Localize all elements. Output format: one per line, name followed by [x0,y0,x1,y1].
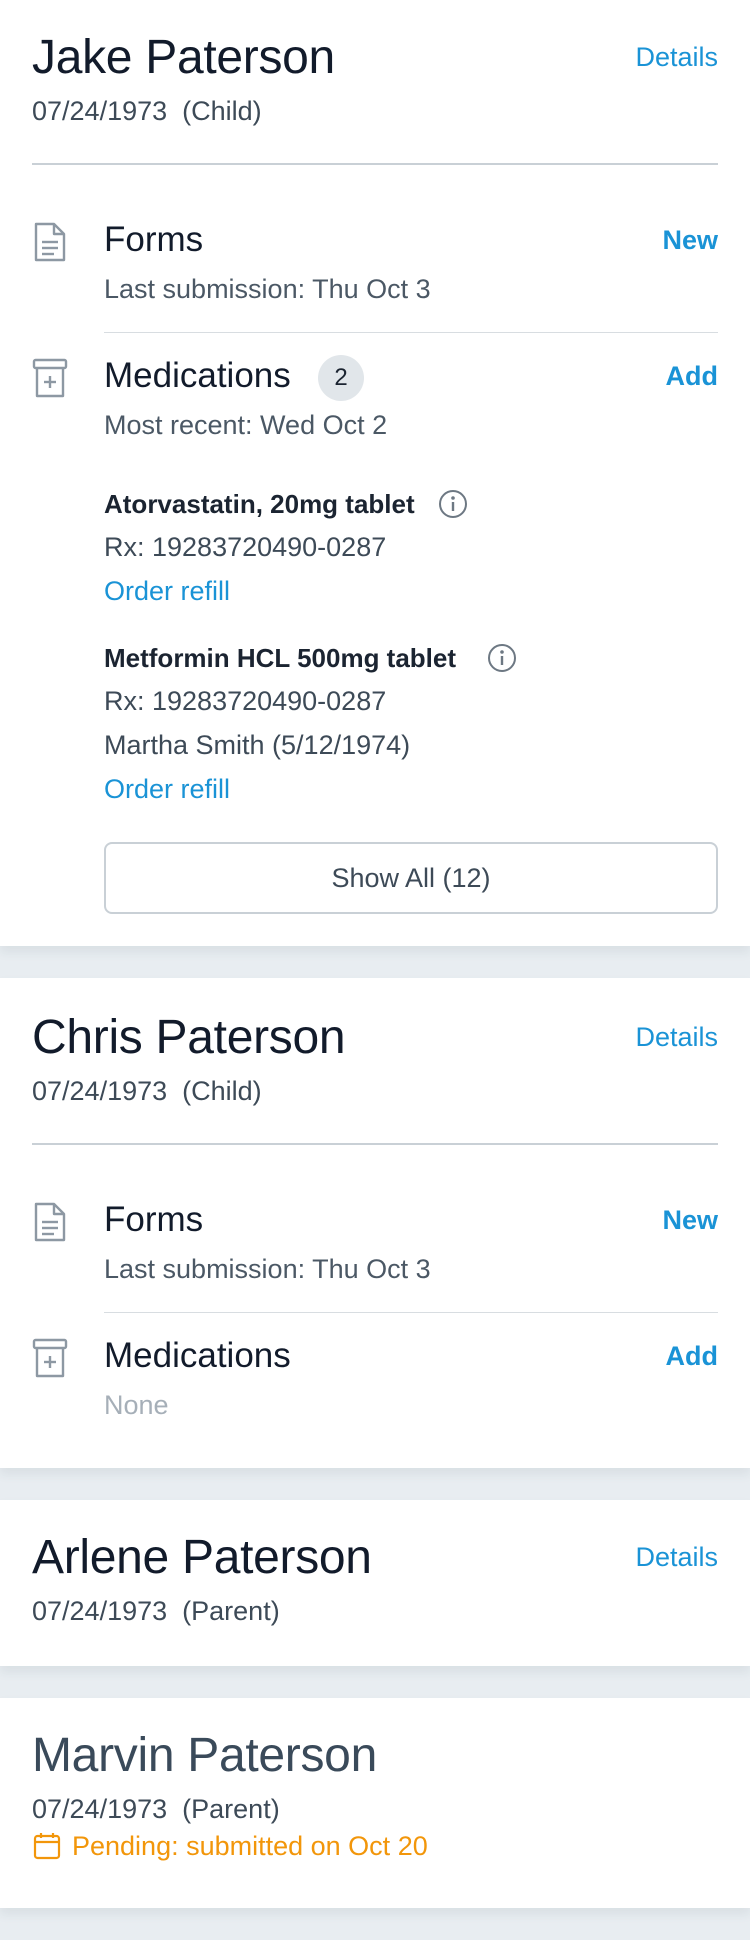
pending-text: Pending: submitted on Oct 20 [72,1830,428,1861]
person-name: Marvin Paterson [32,1729,377,1782]
medications-count-badge: 2 [318,355,364,401]
medications-most-recent: Most recent: Wed Oct 2 [104,410,388,440]
forms-title: Forms [104,220,204,259]
medication-name: Atorvastatin, 20mg tablet [104,489,415,519]
info-icon[interactable] [438,489,468,519]
forms-last-submission: Last submission: Thu Oct 3 [104,1254,431,1284]
pill-box-icon [32,1338,68,1378]
info-icon[interactable] [487,643,517,673]
order-refill-link[interactable]: Order refill [104,774,230,805]
person-card-arlene: Arlene Paterson 07/24/1973 (Parent) Deta… [0,1500,750,1666]
forms-title: Forms [104,1200,204,1239]
person-name: Chris Paterson [32,1011,346,1064]
show-all-button[interactable]: Show All (12) [104,842,718,914]
new-form-button[interactable]: New [662,1205,718,1236]
details-link[interactable]: Details [635,1022,718,1053]
pill-box-icon [32,358,68,398]
divider [32,1143,718,1145]
person-relation: (Parent) [182,1596,280,1626]
person-dob-row: 07/24/1973 (Child) [32,1076,262,1107]
person-card-jake: Jake Paterson 07/24/1973 (Child) Details… [0,0,750,946]
details-link[interactable]: Details [635,1542,718,1573]
person-dob: 07/24/1973 [32,96,168,126]
person-dob: 07/24/1973 [32,1794,168,1824]
document-icon [34,1202,66,1242]
medications-title: Medications [104,1336,291,1375]
person-dob-row: 07/24/1973 (Parent) [32,1794,280,1825]
pending-status: Pending: submitted on Oct 20 [32,1828,428,1864]
document-icon [34,222,66,262]
person-dob-row: 07/24/1973 (Child) [32,96,262,127]
order-refill-link[interactable]: Order refill [104,576,230,607]
person-dob: 07/24/1973 [32,1596,168,1626]
add-medication-button[interactable]: Add [666,361,718,392]
person-card-chris: Chris Paterson 07/24/1973 (Child) Detail… [0,978,750,1468]
person-relation: (Parent) [182,1794,280,1824]
person-relation: (Child) [182,1076,262,1106]
medications-none: None [104,1390,169,1420]
medication-prescriber: Martha Smith (5/12/1974) [104,730,411,760]
forms-last-submission: Last submission: Thu Oct 3 [104,274,431,304]
medication-rx: Rx: 19283720490-0287 [104,686,387,716]
add-medication-button[interactable]: Add [666,1341,718,1372]
medication-name: Metformin HCL 500mg tablet [104,643,457,673]
person-dob: 07/24/1973 [32,1076,168,1106]
new-form-button[interactable]: New [662,225,718,256]
calendar-icon [33,1833,61,1860]
person-relation: (Child) [182,96,262,126]
divider [104,332,718,333]
person-name: Arlene Paterson [32,1531,372,1584]
divider [104,1312,718,1313]
details-link[interactable]: Details [635,42,718,73]
person-dob-row: 07/24/1973 (Parent) [32,1596,280,1627]
person-card-marvin: Marvin Paterson 07/24/1973 (Parent) Pend… [0,1698,750,1908]
person-name: Jake Paterson [32,31,335,84]
divider [32,163,718,165]
medication-rx: Rx: 19283720490-0287 [104,532,387,562]
medications-title: Medications [104,356,291,395]
